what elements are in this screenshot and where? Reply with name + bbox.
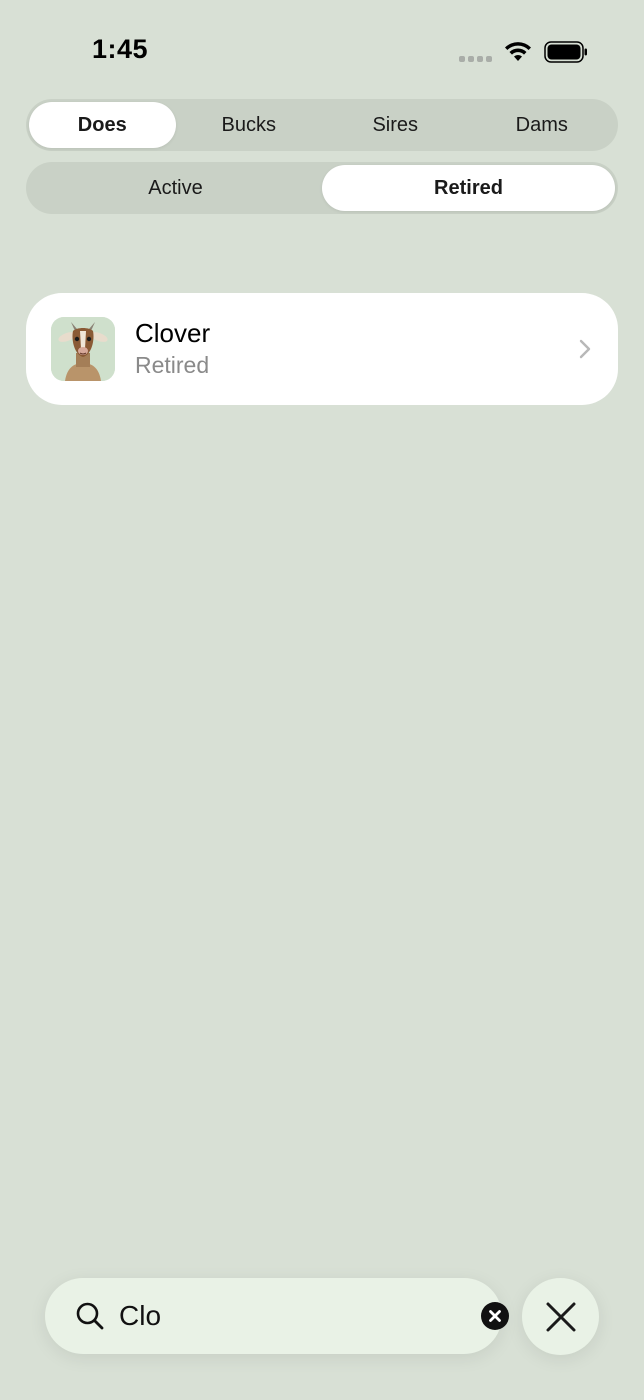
tab-dams[interactable]: Dams	[469, 102, 616, 148]
status-segmented-control: Active Retired	[26, 162, 618, 214]
battery-icon	[544, 41, 588, 63]
cellular-signal-icon	[459, 56, 492, 62]
screen: 1:45 Does Bucks Sires Dams Active Retire…	[0, 0, 644, 1400]
animal-text: Clover Retired	[135, 317, 578, 381]
animal-list-item[interactable]: Clover Retired	[26, 293, 618, 405]
search-field[interactable]	[45, 1278, 509, 1354]
tab-active[interactable]: Active	[29, 165, 322, 211]
tab-sires[interactable]: Sires	[322, 102, 469, 148]
clear-circle-icon[interactable]	[480, 1301, 510, 1331]
tab-bucks[interactable]: Bucks	[176, 102, 323, 148]
search-icon	[76, 1302, 104, 1330]
status-icons	[459, 40, 588, 64]
animal-type-segmented-control: Does Bucks Sires Dams	[26, 99, 618, 151]
chevron-right-icon	[579, 339, 591, 359]
animal-name: Clover	[135, 318, 211, 348]
close-icon	[546, 1302, 575, 1331]
goat-avatar-icon	[51, 317, 115, 381]
animal-status: Retired	[135, 352, 210, 378]
status-time: 1:45	[92, 34, 149, 64]
close-search-button[interactable]	[522, 1278, 599, 1355]
search-input[interactable]	[119, 1300, 480, 1332]
tab-does[interactable]: Does	[29, 102, 176, 148]
tab-retired[interactable]: Retired	[322, 165, 615, 211]
wifi-icon	[504, 41, 532, 63]
